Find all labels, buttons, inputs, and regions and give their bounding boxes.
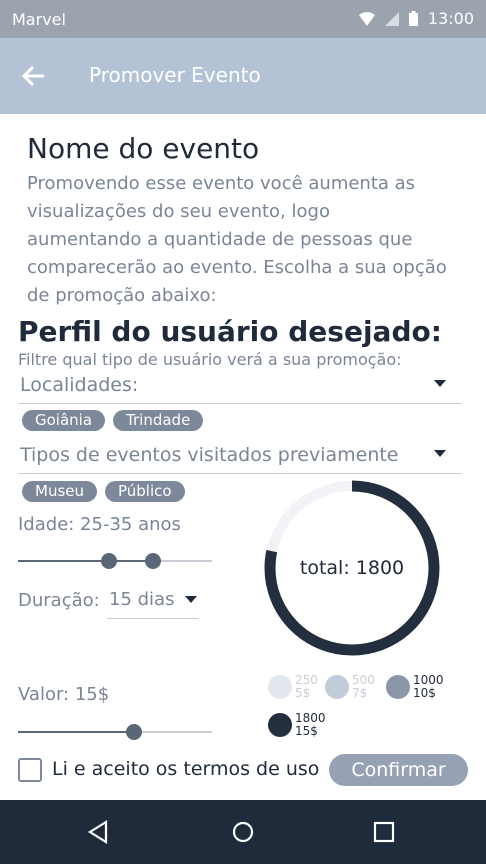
- profile-section-title: Perfil do usuário desejado:: [18, 315, 442, 348]
- legend-item[interactable]: 250 5$: [268, 674, 318, 700]
- wifi-icon: [358, 11, 375, 26]
- filter-hint: Filtre qual tipo de usuário verá a sua p…: [18, 350, 402, 369]
- legend-price: 5$: [295, 686, 311, 700]
- event-types-dropdown[interactable]: Tipos de eventos visitados previamente: [18, 442, 462, 474]
- legend-dot: [386, 675, 410, 699]
- legend-dot: [325, 675, 349, 699]
- carrier-name: Marvel: [12, 10, 66, 29]
- event-type-chip[interactable]: Público: [105, 481, 185, 502]
- page-title: Promover Evento: [89, 63, 261, 87]
- legend-price: 15$: [295, 724, 318, 738]
- legend-item[interactable]: 1000 10$: [386, 674, 444, 700]
- age-label: Idade: 25-35 anos: [18, 514, 181, 535]
- battery-icon: [408, 11, 418, 26]
- app-bar: Promover Evento: [0, 38, 486, 114]
- duration-dropdown[interactable]: 15 dias: [107, 588, 199, 619]
- reach-donut-chart: total: 1800: [264, 480, 440, 656]
- duration-label: Duração:: [18, 590, 100, 611]
- donut-center-label: total: 1800: [300, 557, 404, 579]
- price-thumb[interactable]: [126, 724, 142, 740]
- legend-price: 7$: [352, 686, 368, 700]
- location-chip[interactable]: Goiânia: [22, 410, 106, 431]
- legend-item[interactable]: 1800 15$: [268, 712, 326, 738]
- event-name: Nome do evento: [27, 132, 260, 165]
- dropdown-arrow-icon: [434, 380, 446, 387]
- legend-text: 500 7$: [352, 674, 375, 700]
- dropdown-arrow-icon: [185, 596, 197, 603]
- system-nav-bar: [0, 800, 486, 864]
- age-min-thumb[interactable]: [101, 553, 117, 569]
- legend-text: 1800 15$: [295, 712, 326, 738]
- confirm-button[interactable]: Confirmar: [329, 754, 468, 786]
- status-bar: Marvel 13:00: [0, 0, 486, 38]
- event-description: Promovendo esse evento você aumenta as v…: [27, 173, 447, 306]
- event-type-chip[interactable]: Museu: [22, 481, 97, 502]
- dropdown-arrow-icon: [434, 450, 446, 457]
- locations-dropdown[interactable]: Localidades:: [18, 372, 462, 404]
- location-chips: Goiânia Trindade: [22, 410, 204, 431]
- price-label: Valor: 15$: [18, 684, 110, 705]
- terms-checkbox[interactable]: [18, 758, 42, 782]
- locations-label: Localidades:: [20, 374, 139, 396]
- age-max-thumb[interactable]: [145, 553, 161, 569]
- legend-dot: [268, 675, 292, 699]
- arrow-left-icon[interactable]: [20, 62, 48, 90]
- signal-icon: [384, 11, 399, 26]
- circle-home-icon[interactable]: [231, 820, 255, 844]
- event-type-chips: Museu Público: [22, 481, 185, 502]
- age-range-slider[interactable]: [18, 551, 212, 571]
- legend-item[interactable]: 500 7$: [325, 674, 375, 700]
- duration-value: 15 dias: [109, 589, 175, 610]
- price-slider[interactable]: [18, 722, 212, 742]
- legend-dot: [268, 713, 292, 737]
- slider-fill: [18, 731, 134, 733]
- slider-fill: [18, 560, 153, 562]
- legend-text: 1000 10$: [413, 674, 444, 700]
- location-chip[interactable]: Trindade: [113, 410, 204, 431]
- legend-price: 10$: [413, 686, 436, 700]
- event-types-label: Tipos de eventos visitados previamente: [20, 444, 399, 466]
- status-icons: 13:00: [358, 9, 474, 28]
- legend-text: 250 5$: [295, 674, 318, 700]
- triangle-back-icon[interactable]: [86, 820, 110, 844]
- terms-label[interactable]: Li e aceito os termos de uso: [52, 758, 319, 780]
- clock-time: 13:00: [427, 9, 474, 28]
- square-recents-icon[interactable]: [372, 820, 396, 844]
